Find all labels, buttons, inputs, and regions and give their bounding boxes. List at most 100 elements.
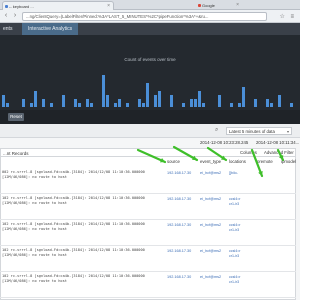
end-timestamp: 2014-12-08 10:11:34... xyxy=(256,140,300,145)
advanced-filter-button[interactable]: Advanced Filter xyxy=(264,150,294,155)
close-tab-icon[interactable]: × xyxy=(107,2,110,10)
message-line: [12M/46/086]: no route to host xyxy=(2,226,67,231)
chart-bar[interactable] xyxy=(50,103,53,107)
row-locations[interactable]: [[bilo- xyxy=(229,171,238,176)
back-icon[interactable]: ‹ xyxy=(2,12,10,20)
row-source[interactable]: 192.168.17.30 xyxy=(167,197,191,201)
chart-bar[interactable] xyxy=(266,99,269,107)
forward-icon[interactable]: › xyxy=(11,12,19,20)
row-event-type[interactable]: ei_hcf@ms2 xyxy=(200,249,221,253)
message-line: [12M/46/086]: no route to host xyxy=(2,174,67,179)
row-source[interactable]: 192.168.17.30 xyxy=(167,249,191,253)
row-message: 002 rc-vrrrl-8 [sgnload-Fd=ca4b-[3184]: … xyxy=(2,170,147,179)
column-header-locations[interactable]: locations xyxy=(229,159,246,164)
message-line: [12M/46/086]: no route to host xyxy=(2,278,67,283)
row-event-type[interactable]: ei_hcf@ms2 xyxy=(200,197,221,201)
message-line: 002 rc-vrrrl-8 [sgnload-Fd=ca4b-[3184]: … xyxy=(2,170,147,174)
column-header-event-type[interactable]: event_type xyxy=(200,159,221,164)
column-header-ipremote[interactable]: ipremote xyxy=(256,159,273,164)
chart-bar[interactable] xyxy=(238,103,241,107)
chart-bar[interactable] xyxy=(114,103,117,107)
chart-bar[interactable] xyxy=(118,99,121,107)
table-row[interactable]: 102 rc-vrrrl-8 [sgnload-Fd=ca4b-[3184]: … xyxy=(0,272,296,298)
nav-item-label: Interactive Analytics xyxy=(28,26,73,32)
row-locations[interactable]: ccsl4=r cr1-ir3 xyxy=(229,223,240,232)
row-event-type[interactable]: ei_hcf@ms2 xyxy=(200,223,221,227)
chart-bar[interactable] xyxy=(34,91,37,107)
location-line: cr1-ir3 xyxy=(229,201,240,206)
chart-bar[interactable] xyxy=(154,95,157,107)
chart-bar[interactable] xyxy=(74,99,77,107)
chevron-down-icon: ▾ xyxy=(286,129,289,134)
chart-bar[interactable] xyxy=(198,91,201,107)
chart-bar[interactable] xyxy=(42,99,45,107)
chart-bar[interactable] xyxy=(30,103,33,107)
chart-bar[interactable] xyxy=(126,103,129,107)
start-timestamp: 2014-12-08 10:23:28.245 xyxy=(200,140,249,145)
chart-bar[interactable] xyxy=(106,95,109,107)
message-line: 102 rc-vrrrl-8 [sgnload-Fd=ca4b-[3184]: … xyxy=(2,196,147,200)
browser-tab-bar: -- keyboard ... × Google × xyxy=(0,0,300,10)
table-row[interactable]: 102 rc-vrrrl-8 [sgnload-Fd=ca4b-[3184]: … xyxy=(0,246,296,272)
browser-tab-google[interactable]: Google × xyxy=(196,1,242,10)
message-line: [12M/46/086]: no route to host xyxy=(2,252,67,257)
chart-bar[interactable] xyxy=(218,95,221,107)
nav-item-interactive-analytics[interactable]: Interactive Analytics xyxy=(22,23,79,35)
chart-bar[interactable] xyxy=(182,103,185,107)
chart-bar[interactable] xyxy=(190,99,193,107)
chart-bar[interactable] xyxy=(158,91,161,107)
chart-bar[interactable] xyxy=(242,87,245,107)
close-tab-icon[interactable]: × xyxy=(236,1,239,10)
chart-bar[interactable] xyxy=(6,103,9,107)
row-locations[interactable]: ccsl4=r cr1-ir3 xyxy=(229,197,240,206)
chart-bar[interactable] xyxy=(254,99,257,107)
row-event-type[interactable]: ei_hcf@ms2 xyxy=(200,275,221,279)
row-event-type[interactable]: ei_hcf@ms2 xyxy=(200,171,221,175)
row-source[interactable]: 192.168.17.30 xyxy=(167,223,191,227)
chart-bar[interactable] xyxy=(78,103,81,107)
chart-bar[interactable] xyxy=(290,103,293,107)
location-line: ccsl4=r xyxy=(229,197,241,201)
chart-bar[interactable] xyxy=(138,99,141,107)
chart-bar[interactable] xyxy=(170,95,173,107)
chart-bar[interactable] xyxy=(146,83,149,107)
browser-menu-icons[interactable]: ☆ ≡ xyxy=(279,13,296,20)
tab-label: -- keyboard ... xyxy=(9,4,34,9)
chart-bar[interactable] xyxy=(194,99,197,107)
time-range-value: Latest 5 minutes of data xyxy=(229,129,275,134)
columns-button[interactable]: Columns xyxy=(240,150,257,155)
location-line: [[bilo- xyxy=(229,171,238,175)
chart-footer xyxy=(0,110,300,124)
chart-bar[interactable] xyxy=(270,103,273,107)
browser-tab-active[interactable]: -- keyboard ... × xyxy=(2,1,114,10)
search-icon[interactable]: ⌕ xyxy=(215,127,221,133)
chart-bar[interactable] xyxy=(102,75,105,107)
message-line: 102 rc-vrrrl-8 [sgnload-Fd=ca4b-[3184]: … xyxy=(2,248,147,252)
reset-button[interactable]: Reset xyxy=(8,113,24,121)
records-panel-title: ...nt Records xyxy=(3,151,29,156)
address-bar[interactable]: ...ng/ClientQuery=(LabelFilter/Pinned:%3… xyxy=(22,12,267,21)
time-range-select[interactable]: Latest 5 minutes of data ▾ xyxy=(226,127,292,135)
chart-bar[interactable] xyxy=(90,103,93,107)
chart-bar[interactable] xyxy=(22,99,25,107)
table-row[interactable]: 002 rc-vrrrl-8 [sgnload-Fd=ca4b-[3184]: … xyxy=(0,168,296,194)
location-line: cr1-ir3 xyxy=(229,227,240,232)
table-row[interactable]: 102 rc-vrrrl-8 [sgnload-Fd=ca4b-[3184]: … xyxy=(0,194,296,220)
message-line: 102 rc-vrrrl-8 [sgnload-Fd=ca4b-[3184]: … xyxy=(2,222,147,226)
chart-bar[interactable] xyxy=(2,95,5,107)
table-row[interactable]: 102 rc-vrrrl-8 [sgnload-Fd=ca4b-[3184]: … xyxy=(0,220,296,246)
chart-bar[interactable] xyxy=(142,103,145,107)
row-locations[interactable]: ccsl4=r cr1-ir3 xyxy=(229,275,240,284)
column-header-source[interactable]: source xyxy=(167,159,180,164)
chart-bar[interactable] xyxy=(230,103,233,107)
chart-bar[interactable] xyxy=(202,103,205,107)
location-line: ccsl4=r xyxy=(229,223,241,227)
chart-bar[interactable] xyxy=(62,95,65,107)
column-header-ipmodel[interactable]: ipmodel xyxy=(281,159,296,164)
nav-item-events[interactable]: ents xyxy=(3,23,12,35)
chart-bar[interactable] xyxy=(278,95,281,107)
row-locations[interactable]: ccsl4=r cr1-ir3 xyxy=(229,249,240,258)
chart-bar[interactable] xyxy=(86,99,89,107)
row-source[interactable]: 192.168.17.30 xyxy=(167,171,191,175)
row-source[interactable]: 192.168.17.30 xyxy=(167,275,191,279)
